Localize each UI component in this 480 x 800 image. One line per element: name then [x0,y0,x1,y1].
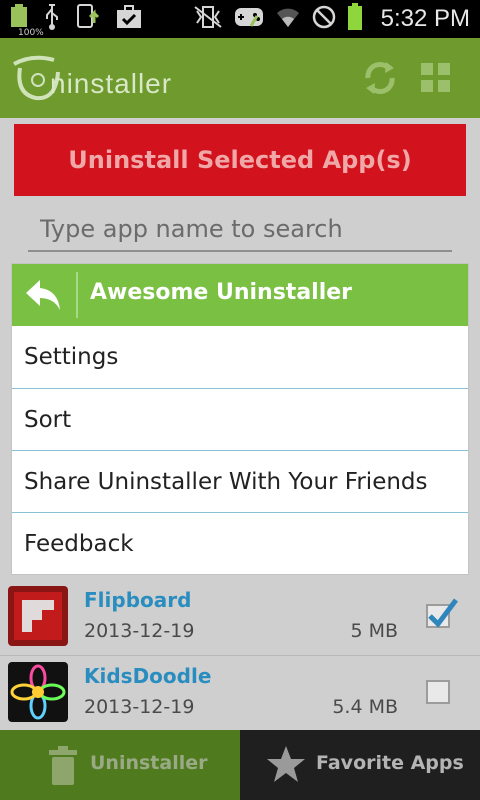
flipboard-app-icon [8,586,68,646]
app-date: 2013-12-19 [84,620,195,642]
tab-uninstaller[interactable]: Uninstaller [0,730,240,800]
app-checkbox[interactable] [426,680,450,704]
wifi-icon [275,5,301,33]
menu-item-share[interactable]: Share Uninstaller With Your Friends [12,450,468,512]
status-right: 5:32 PM [193,3,470,35]
usb-icon [42,3,62,35]
grid-icon[interactable] [420,62,452,94]
app-size: 5.4 MB [332,696,398,718]
back-arrow-icon[interactable] [24,278,64,312]
tab-uninstaller-label: Uninstaller [90,752,208,774]
battery-icon [347,3,363,35]
tab-favorite-apps[interactable]: Favorite Apps [240,730,480,800]
briefcase-check-icon [116,4,142,34]
menu-item-feedback[interactable]: Feedback [12,512,468,574]
gamepad-icon [233,4,265,34]
search-input[interactable] [28,208,452,252]
kidsdoodle-app-icon [8,662,68,722]
bottom-tab-bar: Uninstaller Favorite Apps [0,730,480,800]
star-icon [266,744,306,784]
tab-favorites-label: Favorite Apps [316,752,464,774]
menu-item-sort[interactable]: Sort [12,388,468,450]
app-row-kidsdoodle[interactable]: KidsDoodle 2013-12-19 5.4 MB [0,656,480,732]
phone-update-icon [76,3,102,35]
menu-item-settings[interactable]: Settings [12,326,468,388]
vibrate-off-icon [193,5,223,33]
status-time: 5:32 PM [380,5,470,32]
battery-percent: 100% [18,28,44,38]
no-signal-icon [311,4,337,34]
refresh-icon[interactable] [360,58,400,98]
app-name: KidsDoodle [84,664,212,688]
app-size: 5 MB [350,620,398,642]
app-logo-text: ninstaller [50,68,173,99]
popup-header: Awesome Uninstaller [12,264,468,326]
app-row-flipboard[interactable]: Flipboard 2013-12-19 5 MB [0,580,480,656]
status-left: 100% [10,3,142,38]
status-bar: 100% 5:32 PM [0,0,480,38]
app-name: Flipboard [84,588,192,612]
uninstall-selected-button[interactable]: Uninstall Selected App(s) [14,124,466,196]
app-date: 2013-12-19 [84,696,195,718]
trash-icon [46,746,80,786]
app-checkbox-checked[interactable] [426,598,458,628]
popup-title: Awesome Uninstaller [90,280,353,305]
app-header: ninstaller [0,38,480,118]
header-divider [76,272,78,318]
overflow-menu-popup: Awesome Uninstaller Settings Sort Share … [12,264,468,574]
